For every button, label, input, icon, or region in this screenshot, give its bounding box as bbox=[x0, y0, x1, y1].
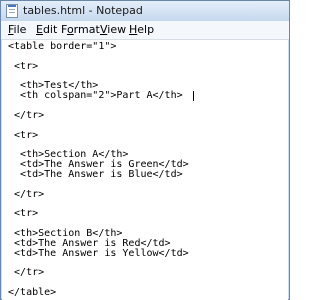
menu-format[interactable]: Format bbox=[61, 23, 100, 36]
menu-view-label: iew bbox=[107, 23, 127, 36]
text-line: <tr> bbox=[2, 208, 39, 220]
menu-view[interactable]: View bbox=[100, 23, 126, 36]
menu-file-label: ile bbox=[13, 23, 27, 36]
menu-edit-label: dit bbox=[42, 23, 58, 36]
title-bar[interactable]: tables.html - Notepad bbox=[1, 1, 289, 21]
text-line: <td>The Answer is Blue</td> bbox=[2, 168, 183, 180]
menu-edit-accel: E bbox=[36, 23, 43, 36]
notepad-window: tables.html - Notepad File Edit Format V… bbox=[0, 0, 290, 300]
text-editor[interactable]: <table border="1"> <tr> <th>Test</th> <t… bbox=[2, 40, 288, 300]
text-line: </table> bbox=[2, 287, 57, 298]
text-line: <th colspan="2">Part A</th> bbox=[2, 90, 183, 102]
menu-format-accel: o bbox=[66, 23, 74, 36]
text-line: </tr> bbox=[2, 188, 45, 200]
text-line: <tr> bbox=[2, 129, 39, 141]
text-line: <td>The Answer is Yellow</td> bbox=[2, 247, 189, 259]
notepad-icon bbox=[6, 4, 18, 18]
text-line: </tr> bbox=[2, 267, 45, 279]
menu-help[interactable]: Help bbox=[129, 23, 154, 36]
window-title: tables.html - Notepad bbox=[23, 4, 143, 17]
menu-edit[interactable]: Edit bbox=[36, 23, 57, 36]
menu-file[interactable]: File bbox=[8, 23, 26, 36]
text-line: </tr> bbox=[2, 109, 45, 121]
menu-format-label: rmat bbox=[73, 23, 100, 36]
text-line: <table border="1"> bbox=[2, 41, 117, 52]
text-caret bbox=[193, 91, 194, 102]
text-line: <tr> bbox=[2, 60, 39, 72]
menu-help-label: elp bbox=[137, 23, 155, 36]
menu-bar: File Edit Format View Help bbox=[1, 21, 289, 40]
